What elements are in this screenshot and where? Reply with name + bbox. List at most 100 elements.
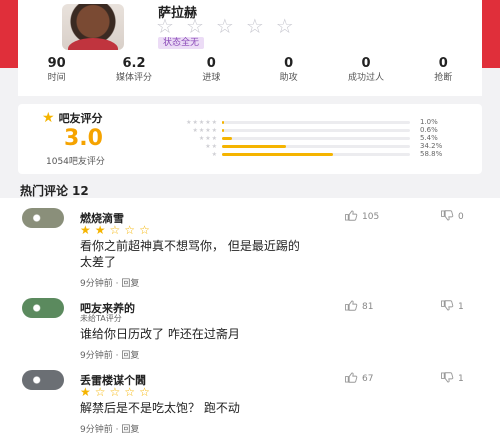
stat-value: 0 <box>284 56 294 71</box>
hot-comments-count: 12 <box>72 184 89 198</box>
player-stats-row: 90 时间 6.2 媒体评分 0 进球 0 助攻 0 成功过人 0 抢断 <box>18 56 482 84</box>
star-empty-icon[interactable]: ☆ <box>216 16 234 36</box>
stat-value: 6.2 <box>122 56 146 71</box>
star-empty-icon: ☆ <box>124 223 136 237</box>
distribution-stars-icon: ★ <box>211 150 218 158</box>
distribution-bar-fill <box>222 144 287 148</box>
star-empty-icon[interactable]: ☆ <box>276 16 294 36</box>
stat-tackles: 0 抢断 <box>405 56 482 84</box>
user-avatar[interactable] <box>22 298 64 318</box>
comment-text-line: 看你之前超神真不想骂你， 但是最近踢的 <box>80 239 300 253</box>
stat-value: 0 <box>206 56 216 71</box>
fan-rating-header: ★ 吧友评分 <box>42 110 103 126</box>
comments-list: 燃烧滴雪 ★ ★ ☆ ☆ ☆ 看你之前超神真不想骂你， 但是最近踢的 太差了 9分钟前 · 回复… <box>0 198 500 440</box>
star-filled-icon: ★ <box>42 110 55 126</box>
dislike-count: 0 <box>458 212 464 222</box>
thumbs-down-icon <box>440 372 454 386</box>
thumbs-down-icon <box>440 210 454 224</box>
distribution-percent: 34.2% <box>420 142 443 150</box>
stat-dribbles: 0 成功过人 <box>327 56 404 84</box>
like-button[interactable]: 105 <box>344 210 379 224</box>
star-filled-icon: ★ <box>80 223 91 237</box>
header-red-edge-left <box>0 0 18 68</box>
reply-link[interactable]: 回复 <box>121 279 139 289</box>
header-red-edge-right <box>482 0 500 68</box>
user-avatar[interactable] <box>22 370 64 390</box>
distribution-row: ★★★ 5.4% <box>168 134 468 142</box>
distribution-bar-fill <box>222 136 233 140</box>
stat-assists: 0 助攻 <box>250 56 327 84</box>
comment-meta: 9分钟前 · 回复 <box>80 422 139 435</box>
player-avatar <box>62 4 124 50</box>
distribution-percent: 1.0% <box>420 118 438 126</box>
dislike-button[interactable]: 1 <box>440 300 464 314</box>
thumbs-up-icon <box>344 300 358 314</box>
dislike-count: 1 <box>458 302 464 312</box>
comment-text: 谁给你日历改了 咋还在过斋月 <box>80 326 490 342</box>
star-empty-icon[interactable]: ☆ <box>156 16 174 36</box>
star-empty-icon: ☆ <box>139 385 150 399</box>
dislike-count: 1 <box>458 374 464 384</box>
stat-value: 90 <box>47 56 66 71</box>
distribution-bar-fill <box>222 120 224 124</box>
comment-meta: 9分钟前 · 回复 <box>80 276 139 289</box>
fan-rating-title: 吧友评分 <box>58 112 103 125</box>
star-empty-icon: ☆ <box>109 385 121 399</box>
distribution-bar-track <box>222 128 410 132</box>
fan-rating-count: 1054吧友评分 <box>46 157 105 167</box>
star-empty-icon: ☆ <box>124 385 136 399</box>
star-empty-icon[interactable]: ☆ <box>246 16 264 36</box>
distribution-stars-icon: ★★★★ <box>192 126 218 134</box>
fan-rating-card: ★ 吧友评分 3.0 1054吧友评分 ★★★★★ 1.0% ★★★★ 0.6% ★★★… <box>18 104 482 174</box>
rating-distribution: ★★★★★ 1.0% ★★★★ 0.6% ★★★ 5.4% ★★ 34.2% ★ 58.8% <box>168 118 468 158</box>
distribution-stars-icon: ★★★★★ <box>186 118 218 126</box>
distribution-percent: 58.8% <box>420 150 443 158</box>
dislike-button[interactable]: 0 <box>440 210 464 224</box>
reply-link[interactable]: 回复 <box>121 425 139 435</box>
status-badge: 状态全无 <box>158 37 205 49</box>
distribution-percent: 5.4% <box>420 134 438 142</box>
dislike-button[interactable]: 1 <box>440 372 464 386</box>
thumbs-up-icon <box>344 210 358 224</box>
comment-rating-note: 未给TA评分 <box>80 314 122 323</box>
like-count: 67 <box>362 374 374 384</box>
thumbs-up-icon <box>344 372 358 386</box>
like-button[interactable]: 81 <box>344 300 373 314</box>
reply-link[interactable]: 回复 <box>121 351 139 361</box>
comment-text-line: 解禁后是不是吃太饱？ 跑不动 <box>80 401 240 415</box>
distribution-row: ★★★★ 0.6% <box>168 126 468 134</box>
distribution-bar-track <box>222 152 410 156</box>
comment-rating-stars: ★ ★ ☆ ☆ ☆ <box>80 224 150 236</box>
distribution-stars-icon: ★★ <box>205 142 218 150</box>
distribution-row: ★ 58.8% <box>168 150 468 158</box>
stat-media-rating: 6.2 媒体评分 <box>95 56 172 84</box>
star-empty-icon[interactable]: ☆ <box>186 16 204 36</box>
distribution-percent: 0.6% <box>420 126 438 134</box>
distribution-bar-track <box>222 144 410 148</box>
distribution-bar-track <box>222 136 410 140</box>
like-count: 105 <box>362 212 380 222</box>
like-count: 81 <box>362 302 374 312</box>
comment-text: 解禁后是不是吃太饱？ 跑不动 <box>80 400 490 416</box>
player-rating-stars[interactable]: ☆ ☆ ☆ ☆ ☆ <box>156 16 294 36</box>
stat-goals: 0 进球 <box>173 56 250 84</box>
stat-label: 抢断 <box>434 73 453 83</box>
user-avatar[interactable] <box>22 208 64 228</box>
stat-label: 成功过人 <box>347 73 384 83</box>
comment-text: 看你之前超神真不想骂你， 但是最近踢的 太差了 <box>80 238 490 270</box>
star-filled-icon: ★ <box>94 223 106 237</box>
stat-minutes: 90 时间 <box>18 56 95 84</box>
star-filled-icon: ★ <box>80 385 91 399</box>
star-empty-icon: ☆ <box>94 385 106 399</box>
stat-label: 媒体评分 <box>115 73 152 83</box>
hot-comments-header: 热门评论 12 <box>20 182 89 199</box>
distribution-bar-fill <box>222 128 224 132</box>
comment-meta: 9分钟前 · 回复 <box>80 348 139 361</box>
like-button[interactable]: 67 <box>344 372 373 386</box>
comment-text-line: 谁给你日历改了 咋还在过斋月 <box>80 327 240 341</box>
comment-time: 9分钟前 <box>80 279 113 289</box>
comment-time: 9分钟前 <box>80 351 113 361</box>
comment-time: 9分钟前 <box>80 425 113 435</box>
star-empty-icon: ☆ <box>109 223 121 237</box>
stat-value: 0 <box>361 56 371 71</box>
